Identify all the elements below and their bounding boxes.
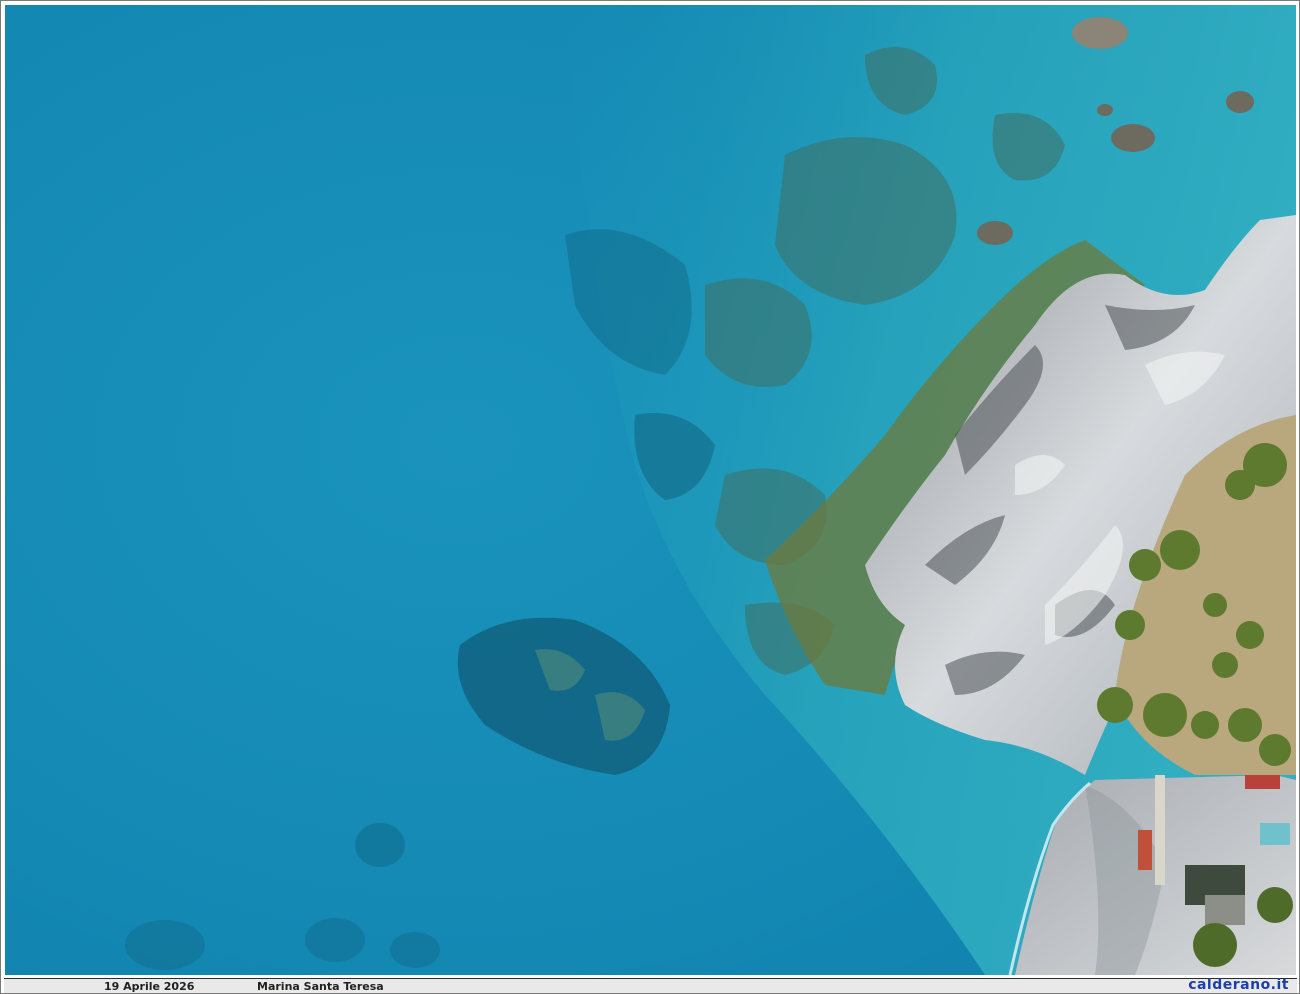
- caption-bar: 19 Aprile 2026 Marina Santa Teresa calde…: [4, 978, 1297, 993]
- aerial-sea-photo: [5, 5, 1296, 975]
- photo-frame: 19 Aprile 2026 Marina Santa Teresa calde…: [0, 0, 1300, 994]
- site-watermark: calderano.it: [1188, 977, 1289, 993]
- photo-illustration: [5, 5, 1296, 975]
- photo-date: 19 Aprile 2026: [104, 980, 195, 993]
- photo-location: Marina Santa Teresa: [257, 980, 384, 993]
